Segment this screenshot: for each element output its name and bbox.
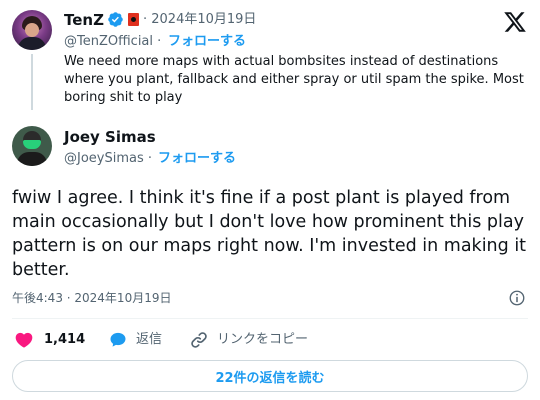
reply-label: 返信 (136, 332, 163, 347)
copy-link-button[interactable]: リンクをコピー (189, 330, 308, 350)
divider (12, 318, 528, 319)
info-icon[interactable] (508, 289, 526, 307)
flag-icon (128, 13, 139, 26)
heart-icon (15, 332, 33, 348)
parent-author-avatar[interactable] (12, 10, 52, 50)
reply-button[interactable]: 返信 (108, 330, 162, 350)
verified-badge-icon (108, 12, 123, 27)
tweet-timestamp[interactable]: 午後4:43 · 2024年10月19日 (12, 290, 171, 306)
parent-follow-button[interactable]: フォローする (168, 33, 246, 51)
like-button[interactable]: 1,414 (14, 330, 85, 350)
read-replies-button[interactable]: 22件の返信を読む (12, 360, 528, 392)
copy-link-label: リンクをコピー (217, 332, 309, 347)
link-icon (191, 332, 207, 348)
parent-tweet-date[interactable]: · 2024年10月19日 (143, 11, 256, 29)
author-name[interactable]: Joey Simas (64, 128, 156, 146)
follow-button[interactable]: フォローする (158, 150, 236, 168)
parent-author-name[interactable]: TenZ (64, 11, 104, 29)
like-count: 1,414 (44, 332, 86, 347)
reply-bubble-icon (110, 332, 126, 347)
parent-author-handle[interactable]: @TenZOfficial · (64, 33, 161, 51)
x-logo-icon[interactable] (503, 10, 527, 34)
author-avatar[interactable] (12, 126, 52, 166)
author-handle[interactable]: @JoeySimas · (64, 150, 152, 168)
parent-tweet-text: We need more maps with actual bombsites … (64, 54, 524, 105)
tweet-text: fwiw I agree. I think it's fine if a pos… (12, 188, 527, 280)
thread-connector-line (31, 54, 33, 110)
